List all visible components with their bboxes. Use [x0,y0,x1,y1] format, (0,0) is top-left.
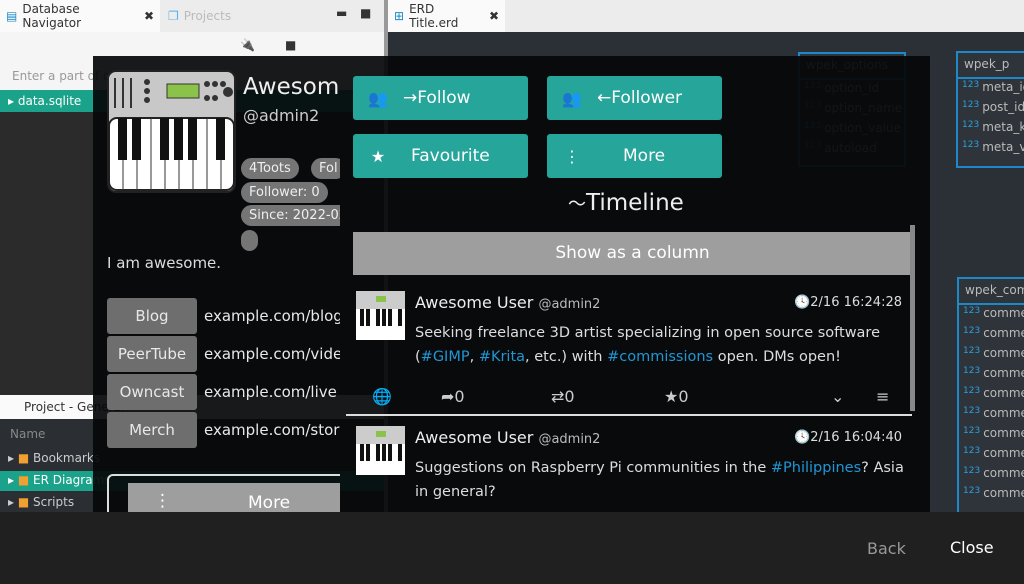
since-badge: Since: 2022-02 [241,205,340,226]
post-author: Awesome User @admin2 [415,428,601,447]
hashtag-link[interactable]: #Philippines [771,460,861,476]
post: Awesome User @admin2 🕓2/16 16:04:40 Sugg… [346,426,912,512]
erd-table-wpek-comments[interactable]: wpek_comments 123commer123commer123comme… [957,277,1024,517]
star-icon: ★ [370,146,386,166]
minimize-icon[interactable]: ▬ [336,6,347,20]
chevron-down-icon[interactable]: ⌄ [831,387,844,406]
database-icon: ▤ [6,9,18,23]
post-text: Suggestions on Raspberry Pi communities … [415,460,904,500]
hashtag-link[interactable]: #commissions [607,349,713,365]
post-text: Seeking freelance 3D artist specializing… [415,325,880,365]
hashtag-link[interactable]: #Krita [479,349,525,365]
erd-icon: ⊞ [394,9,405,23]
back-button[interactable]: Back [867,539,906,558]
display-name: Awesom [243,74,340,100]
follow-button[interactable]: 👥 →Follow [353,76,528,120]
post-author: Awesome User @admin2 [415,293,601,312]
link-button-merch[interactable]: Merch [107,412,197,448]
people-icon: 👥 [562,88,582,108]
link-url-blog[interactable]: example.com/blog [204,307,340,325]
empty-badge [241,230,258,251]
follower-count-badge[interactable]: Follower: 0 [241,182,328,203]
follower-button[interactable]: 👥 ←Follower [547,76,722,120]
follow-count-badge[interactable]: Fol [311,158,340,179]
maximize-icon[interactable]: ■ [360,6,371,20]
timeline-heading: 〜Timeline [568,190,684,216]
tab-erd-title[interactable]: ⊞ ERD Title.erd ✖ [388,0,505,32]
tab-projects[interactable]: ❐ Projects [162,0,237,32]
avatar [107,70,236,193]
close-icon[interactable]: ✖ [144,9,154,23]
handle: @admin2 [243,106,320,125]
post-time[interactable]: 🕓2/16 16:04:40 [794,430,902,445]
more-vert-icon: ⋮ [154,491,171,511]
dialog-footer: Back Close [0,512,1024,584]
timeline-icon: 〜 [568,194,586,215]
link-url-peertube[interactable]: example.com/vide [204,345,340,363]
post: Awesome User @admin2 🕓2/16 16:24:28 Seek… [346,291,912,415]
tab-database-navigator[interactable]: ▤ Database Navigator ✖ [0,0,160,32]
people-icon: 👥 [368,88,388,108]
post-divider [346,414,912,416]
tree-item-scripts[interactable]: ▸ ■ Scripts [8,495,74,509]
favourite-button[interactable]: ★ Favourite [353,134,528,178]
post-time[interactable]: 🕓2/16 16:24:28 [794,295,902,310]
post-avatar [356,426,405,475]
tree-item-bookmarks[interactable]: ▸ ■ Bookmarks [8,451,100,465]
profile-more-button[interactable]: ⋮ More [128,483,340,512]
link-button-owncast[interactable]: Owncast [107,374,197,410]
close-icon[interactable]: ✖ [489,9,499,23]
hashtag-link[interactable]: #GIMP [421,349,470,365]
folder-icon[interactable]: ■ [285,38,296,52]
link-button-peertube[interactable]: PeerTube [107,336,197,372]
close-button[interactable]: Close [950,538,994,557]
link-url-merch[interactable]: example.com/store [204,421,340,439]
favourite-post-button[interactable]: ★ 0 [664,387,689,406]
link-button-blog[interactable]: Blog [107,298,197,334]
profile-column: Awesom @admin2 4Toots Fol Follower: 0 Si… [93,56,340,512]
toots-badge[interactable]: 4Toots [241,158,299,179]
boost-button[interactable]: ⇄ 0 [551,387,575,406]
bio: I am awesome. [107,254,222,272]
reply-button[interactable]: ➦ 0 [441,387,465,406]
thread-icon[interactable]: ≡ [876,387,889,406]
connect-icon[interactable]: 🔌 [240,38,255,52]
link-url-owncast[interactable]: example.com/live [204,383,340,401]
show-as-column-button[interactable]: Show as a column [353,232,912,275]
more-button[interactable]: ⋮ More [547,134,722,178]
globe-icon[interactable]: 🌐 [372,387,392,406]
post-avatar [356,291,405,340]
more-vert-icon: ⋮ [564,146,580,166]
erd-table-wpek-p[interactable]: wpek_p 123meta_id123post_id123meta_ke123… [956,51,1024,168]
projects-icon: ❐ [168,9,179,23]
profile-dialog: Awesom @admin2 4Toots Fol Follower: 0 Si… [93,56,930,512]
